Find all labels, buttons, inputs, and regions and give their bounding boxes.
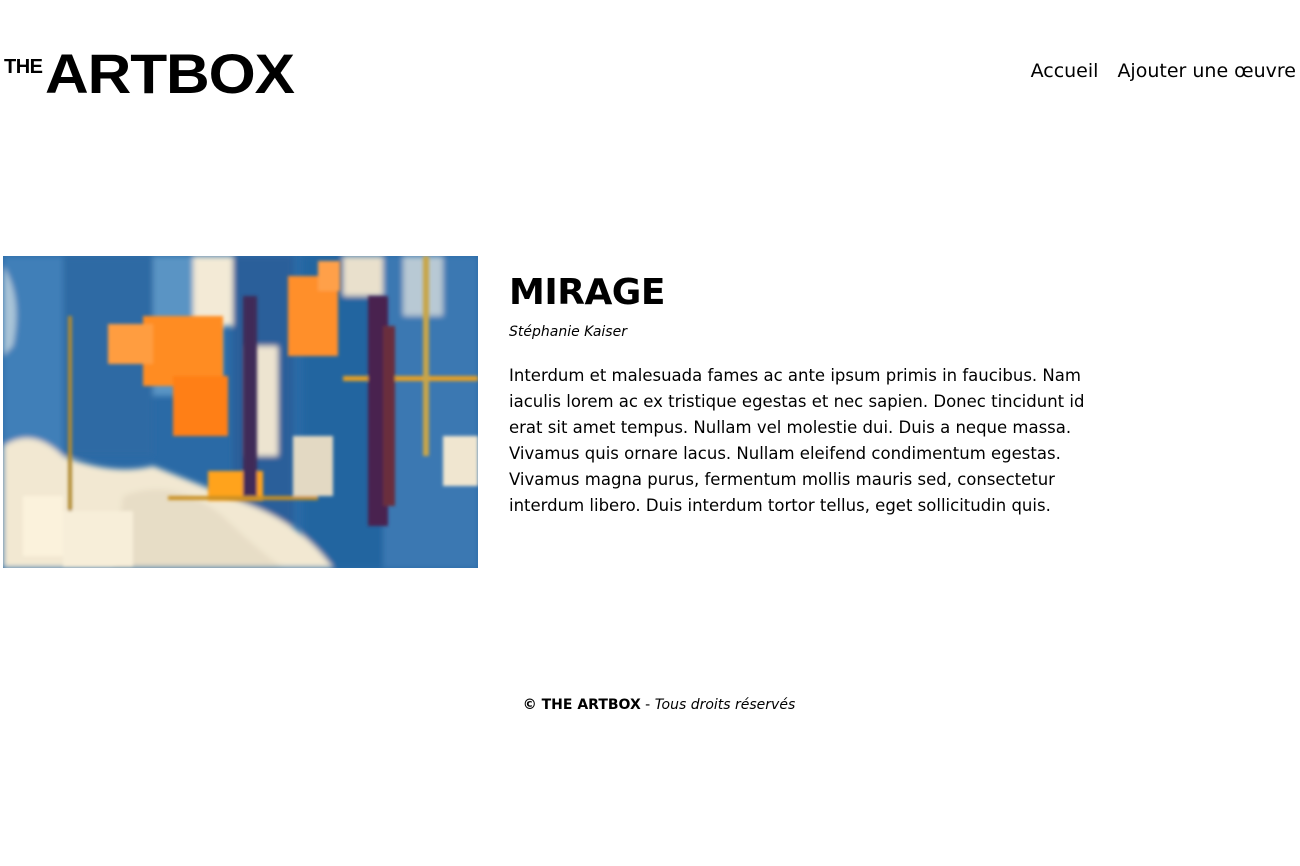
footer-separator: -: [640, 697, 655, 713]
footer-rights: Tous droits réservés: [654, 697, 796, 713]
nav-link-ajouter-oeuvre[interactable]: Ajouter une œuvre: [1117, 58, 1296, 84]
site-logo[interactable]: THE ARTBOX: [4, 46, 294, 102]
site-header: THE ARTBOX Accueil Ajouter une œuvre: [0, 0, 1300, 140]
artwork-details: MIRAGE Stéphanie Kaiser Interdum et male…: [509, 270, 1109, 519]
artwork-title: MIRAGE: [509, 272, 665, 313]
artwork-image: [3, 256, 478, 568]
artwork-artist: Stéphanie Kaiser: [509, 324, 627, 340]
footer-brand: © THE ARTBOX: [522, 697, 641, 713]
logo-the-text: THE: [4, 56, 43, 78]
site-footer: © THE ARTBOX - Tous droits réservés: [0, 694, 1300, 716]
logo-artbox-text: ARTBOX: [44, 42, 295, 105]
main-nav: Accueil Ajouter une œuvre: [1031, 58, 1296, 84]
artwork-description: Interdum et malesuada fames ac ante ipsu…: [509, 366, 1085, 515]
nav-link-accueil[interactable]: Accueil: [1031, 58, 1099, 84]
